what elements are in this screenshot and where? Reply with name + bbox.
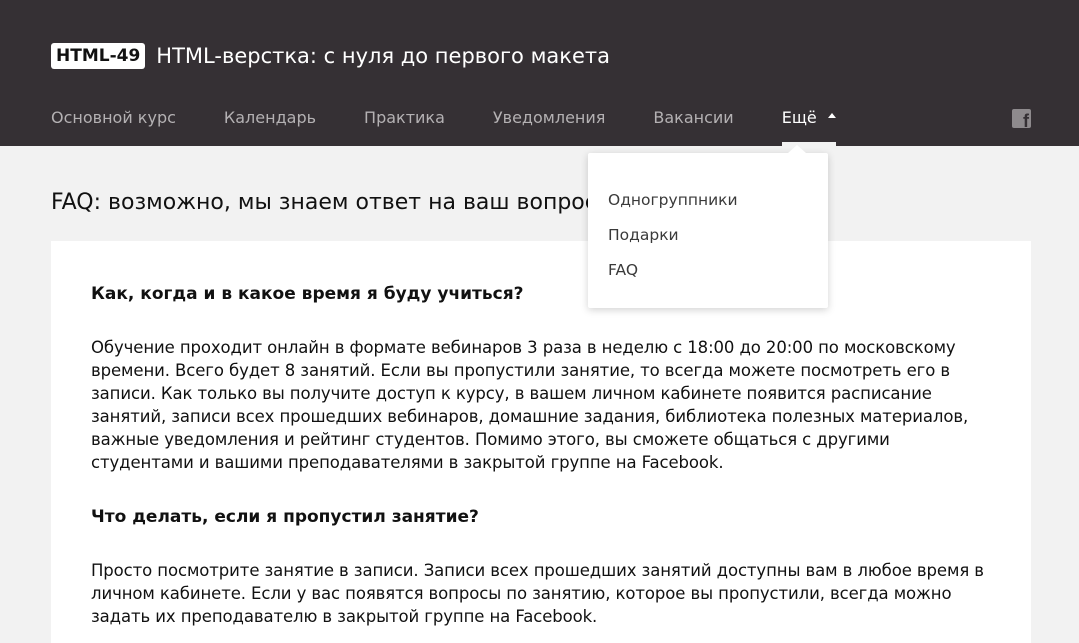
nav-item-more-label: Ещё [781,108,817,127]
site-header: HTML-49 HTML-верстка: с нуля до первого … [0,0,1079,146]
faq-question: Что делать, если я пропустил занятие? [91,507,479,527]
nav-item-calendar[interactable]: Календарь [224,107,316,128]
nav-item-more[interactable]: Ещё [781,107,836,146]
main-nav: Основной курс Календарь Практика Уведомл… [51,107,836,146]
facebook-icon[interactable]: f [1012,109,1031,128]
nav-item-notifications[interactable]: Уведомления [493,107,606,128]
page-title: FAQ: возможно, мы знаем ответ на ваш воп… [51,190,597,215]
faq-question: Как, когда и в какое время я буду учитьс… [91,284,524,304]
nav-item-vacancies[interactable]: Вакансии [653,107,733,128]
faq-card: Как, когда и в какое время я буду учитьс… [51,241,1031,643]
faq-answer: Обучение проходит онлайн в формате вебин… [91,338,969,472]
dropdown-item-faq[interactable]: FAQ [608,259,828,281]
faq-answer: Просто посмотрите занятие в записи. Запи… [91,561,984,626]
course-title: HTML-верстка: с нуля до первого макета [156,44,610,68]
chevron-up-icon [827,113,836,118]
nav-item-practice[interactable]: Практика [364,107,445,128]
dropdown-item-gifts[interactable]: Подарки [608,224,828,246]
nav-item-main-course[interactable]: Основной курс [51,107,176,128]
more-dropdown-menu: Одногруппники Подарки FAQ [588,145,828,308]
course-badge: HTML-49 [51,43,146,69]
dropdown-item-classmates[interactable]: Одногруппники [608,189,828,211]
brand[interactable]: HTML-49 HTML-верстка: с нуля до первого … [51,43,610,69]
